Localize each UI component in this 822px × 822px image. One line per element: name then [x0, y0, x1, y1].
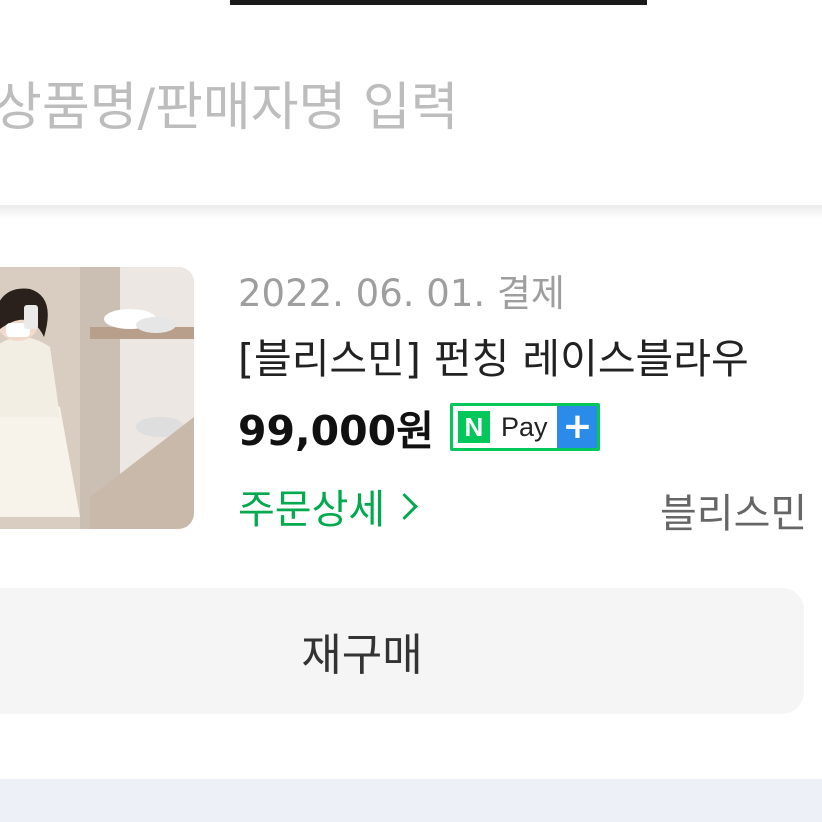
- seller-name[interactable]: 블리스민: [660, 481, 807, 539]
- order-date: 2022. 06. 01. 결제: [238, 272, 565, 315]
- product-price: 99,000원: [238, 407, 434, 455]
- search-area: [0, 5, 822, 205]
- npay-plus-badge: N Pay +: [449, 403, 601, 451]
- divider-shadow: [0, 205, 822, 219]
- product-name[interactable]: [블리스민] 펀칭 레이스블라우: [238, 325, 749, 385]
- plus-icon: +: [557, 406, 598, 448]
- section-divider: [0, 779, 822, 822]
- product-thumbnail[interactable]: [0, 267, 194, 529]
- order-card: 2022. 06. 01. 결제 [블리스민] 펀칭 레이스블라우 99,000…: [0, 219, 822, 779]
- order-detail-label: 주문상세: [238, 487, 386, 533]
- npay-n-icon: N: [452, 406, 495, 448]
- search-input[interactable]: [0, 73, 774, 143]
- order-detail-link[interactable]: 주문상세: [238, 477, 419, 535]
- npay-label: Pay: [500, 411, 548, 442]
- price-row: 99,000원 N Pay +: [238, 399, 601, 455]
- product-photo-illustration: [0, 267, 194, 529]
- rebuy-button-label: 재구매: [301, 630, 423, 681]
- chevron-right-icon: [391, 492, 419, 520]
- order-history-page: 2022. 06. 01. 결제 [블리스민] 펀칭 레이스블라우 99,000…: [0, 0, 822, 822]
- rebuy-button[interactable]: 재구매: [0, 588, 804, 714]
